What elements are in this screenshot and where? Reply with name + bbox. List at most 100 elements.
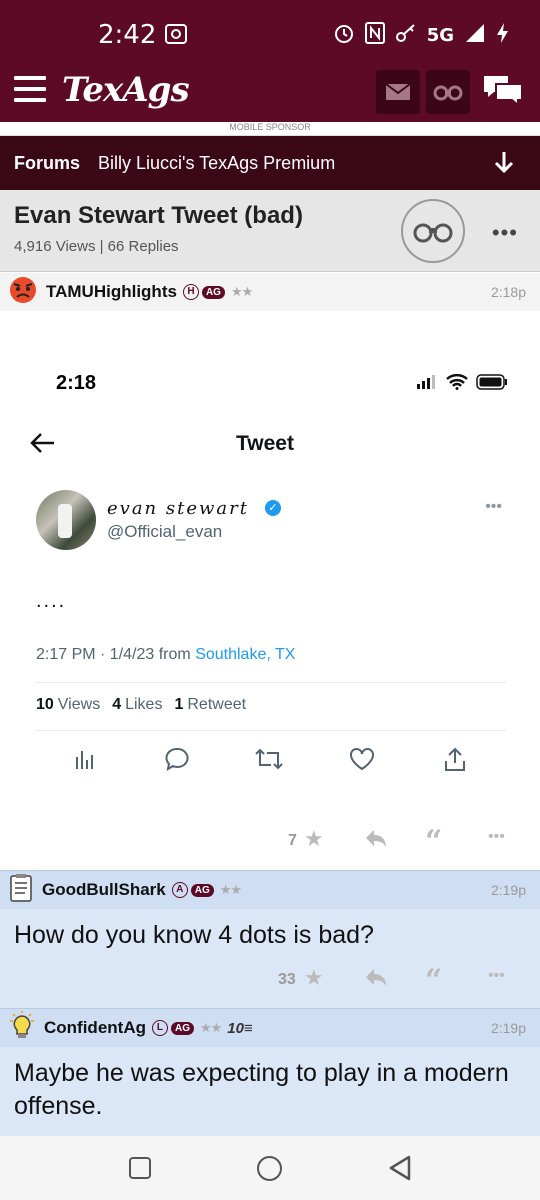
nfc-icon (364, 22, 385, 49)
phone-time: 2:18 (56, 372, 97, 394)
wifi-icon (446, 374, 468, 390)
tweet-more-icon: ••• (485, 498, 502, 515)
ag-badge: AG (170, 1021, 194, 1035)
forum-breadcrumb: Forums Billy Liucci's TexAgs Premium (0, 136, 540, 190)
post-time: 2:19p (490, 1020, 526, 1036)
chat-icon[interactable] (482, 72, 524, 108)
tweet-date-text: 2:17 PM · 1/4/23 from (36, 646, 191, 663)
likes-stat: 4 Likes (112, 696, 162, 714)
phone-battery-icon (476, 374, 507, 390)
alarm-icon (333, 22, 355, 49)
status-time: 2:42 (98, 20, 157, 50)
thread-header: Evan Stewart Tweet (bad) 4,916 Views | 6… (0, 190, 540, 272)
home-button[interactable] (257, 1156, 282, 1181)
retweets-label: Retweet (187, 696, 247, 713)
notepad-avatar-icon[interactable] (8, 873, 34, 908)
network-label: 5G (426, 25, 454, 46)
post-header: ConfidentAg L AG ★★ 10≡ 2:19p (0, 1009, 540, 1047)
angry-face-avatar-icon[interactable] (8, 275, 38, 310)
analytics-icon (70, 744, 100, 774)
binoculars-icon[interactable] (426, 70, 470, 114)
more-options-icon[interactable]: ••• (488, 967, 505, 985)
views-stat: 10 Views (36, 696, 100, 714)
likes-label: Likes (125, 696, 163, 713)
reply-post: GoodBullShark A AG ★★ 2:19p How do you k… (0, 870, 540, 1008)
post-text: Maybe he was expecting to play in a mode… (14, 1059, 509, 1120)
tweet-header: Tweet (236, 432, 294, 455)
views-count: 10 (36, 696, 54, 713)
post-author[interactable]: TAMUHighlights (46, 282, 177, 302)
user-badge: H (182, 284, 199, 300)
post-author[interactable]: ConfidentAg (44, 1018, 146, 1038)
more-options-icon[interactable]: ••• (492, 220, 518, 246)
star-icon[interactable]: ★ (304, 965, 324, 991)
post-actions: 33 ★ “ ••• (0, 961, 540, 1001)
texags-logo[interactable]: TexAgs (62, 70, 190, 110)
divider (36, 682, 506, 683)
phone-status-icons (416, 374, 508, 390)
post-time: 2:18p (490, 284, 526, 300)
user-stars: ★★ (219, 882, 242, 897)
tweet-text: .... (36, 590, 67, 612)
status-bar: 2:42 5G (0, 0, 540, 60)
user-badge: L (151, 1020, 168, 1036)
quote-icon[interactable]: “ (425, 824, 442, 859)
forums-link[interactable]: Forums (14, 153, 80, 174)
ag-badge: AG (201, 285, 225, 299)
user-badge: A (171, 882, 188, 898)
like-count: 7 (288, 832, 297, 849)
user-stars: ★★ (199, 1020, 222, 1035)
views-label: Views (57, 696, 101, 713)
like-count: 33 (278, 971, 296, 988)
more-options-icon[interactable]: ••• (488, 828, 505, 846)
verified-badge-icon: ✓ (265, 500, 281, 516)
android-nav-bar (0, 1136, 540, 1200)
signal-bars-icon (417, 375, 435, 389)
app-bar: TexAgs (0, 60, 540, 122)
menu-icon[interactable] (14, 76, 46, 102)
divider (36, 730, 506, 731)
reply-arrow-icon[interactable] (364, 967, 388, 993)
reply-arrow-icon[interactable] (364, 828, 388, 854)
post-header: GoodBullShark A AG ★★ 2:19p (0, 871, 540, 909)
reply-post: ConfidentAg L AG ★★ 10≡ 2:19p Maybe he w… (0, 1008, 540, 1136)
tweet-actions (0, 744, 540, 774)
forum-name-link[interactable]: Billy Liucci's TexAgs Premium (98, 153, 335, 174)
post-actions: 7 ★ “ ••• (0, 822, 540, 862)
tweet-location: Southlake, TX (195, 646, 296, 663)
tweet-stats: 10 Views 4 Likes 1 Retweet (36, 696, 246, 714)
retweets-stat: 1 Retweet (174, 696, 246, 714)
post-header: TAMUHighlights H AG ★★ 2:18p (0, 273, 540, 311)
recent-apps-button[interactable] (129, 1157, 151, 1179)
star-icon[interactable]: ★ (304, 826, 324, 852)
retweet-icon (254, 744, 284, 774)
arrow-down-icon[interactable] (494, 150, 514, 181)
tweet-date: 2:17 PM · 1/4/23 from Southlake, TX (36, 646, 295, 664)
thread-meta: 4,916 Views | 66 Replies (14, 238, 179, 255)
like-heart-icon (347, 744, 377, 774)
thread-title: Evan Stewart Tweet (bad) (14, 202, 303, 229)
post-text: How do you know 4 dots is bad? (14, 921, 374, 949)
lightbulb-avatar-icon[interactable] (8, 1010, 36, 1046)
binoculars-icon (413, 223, 453, 243)
post-author[interactable]: GoodBullShark (42, 880, 166, 900)
likes-count: 4 (112, 696, 122, 713)
tweet-avatar (36, 490, 96, 550)
watch-thread-button[interactable] (401, 199, 465, 263)
back-arrow-icon (30, 428, 56, 462)
ad-banner[interactable]: MOBILE SPONSOR (0, 122, 540, 136)
reply-bubble-icon (162, 744, 192, 774)
retweets-count: 1 (174, 696, 184, 713)
embedded-tweet-image[interactable]: 2:18 Tweet evan stewart ✓ @Official_evan… (0, 312, 540, 822)
tweet-handle: @Official_evan (107, 522, 223, 541)
signal-icon (464, 23, 486, 48)
post-time: 2:19p (490, 882, 526, 898)
ten-year-badge: 10≡ (227, 1019, 253, 1037)
ag-badge: AG (190, 883, 214, 897)
battery-charging-icon (496, 22, 510, 49)
mail-icon[interactable] (376, 70, 420, 114)
quote-icon[interactable]: “ (425, 963, 442, 998)
key-icon (395, 23, 417, 48)
back-button[interactable] (388, 1155, 412, 1186)
share-icon (440, 744, 470, 774)
